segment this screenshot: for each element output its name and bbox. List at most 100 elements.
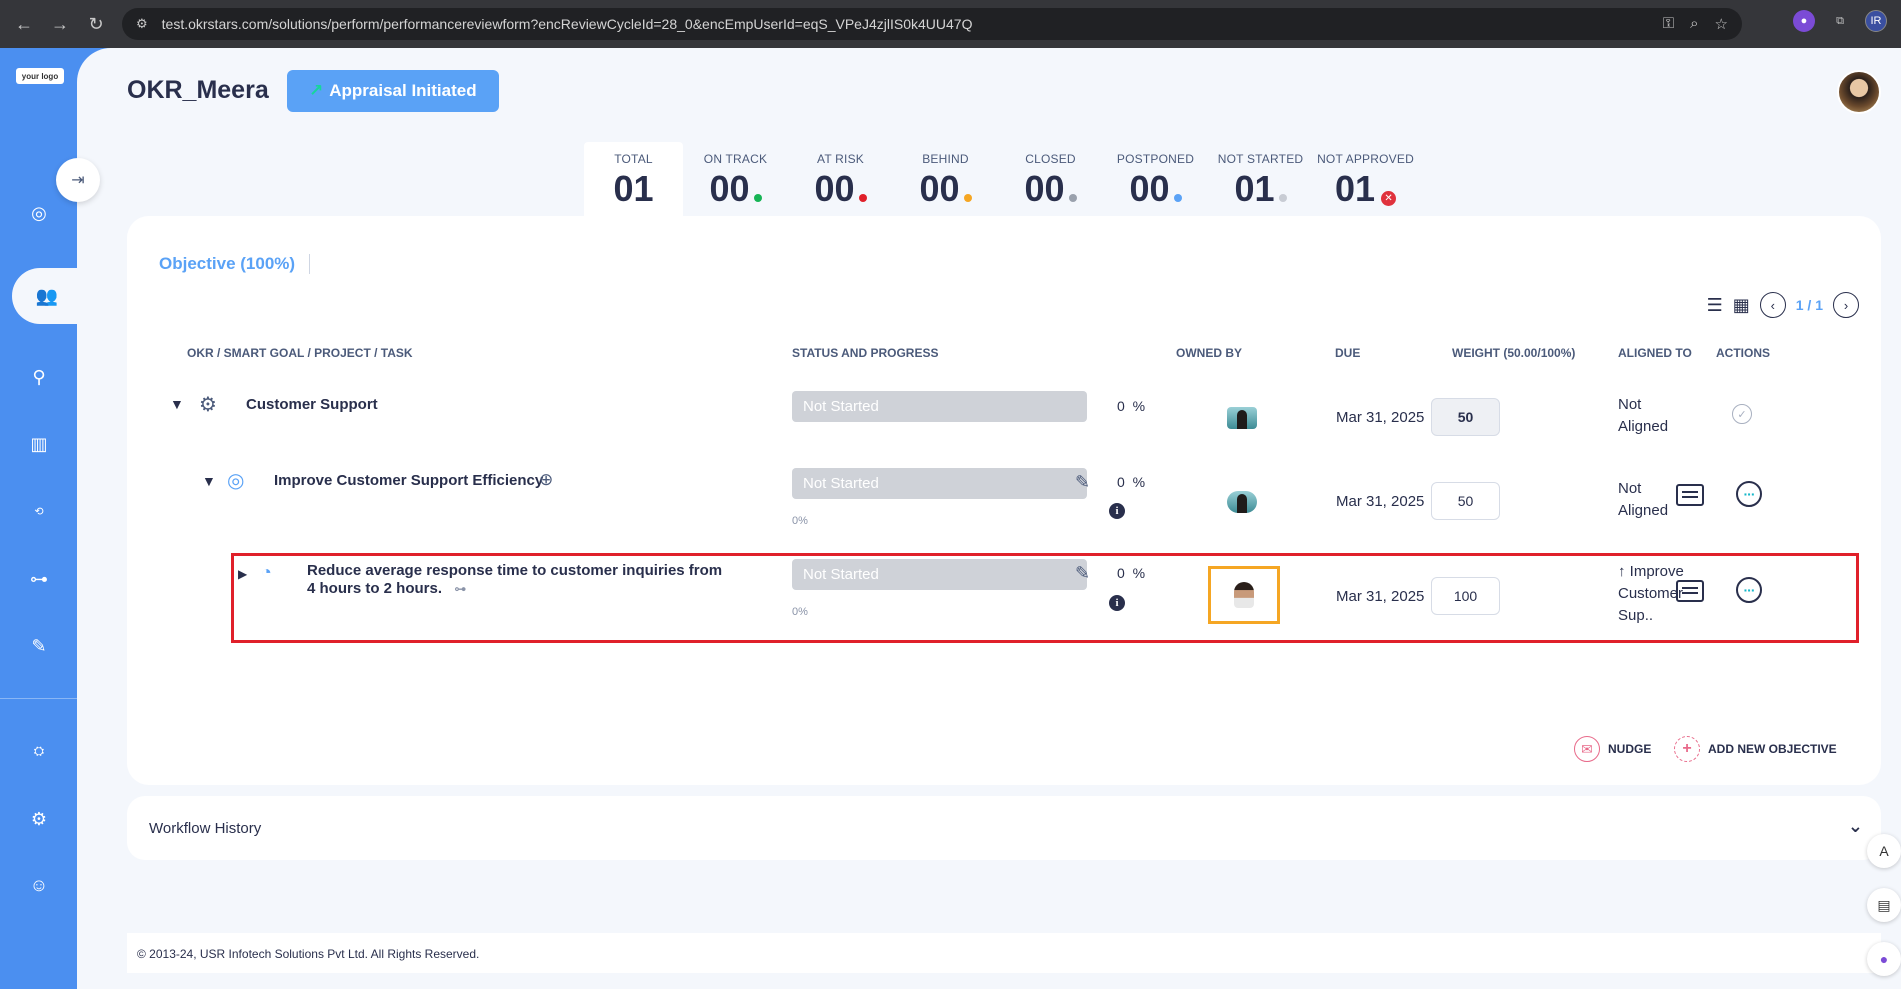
app-area: your logo ◎ 👥 ⚲ ▥ ⟲ ⊶ ✎ ⛭ ⚙ ☺ ⇥ OKR_Meer… [0, 48, 1901, 989]
collapse-toggle-icon[interactable]: ▼ [170, 396, 184, 412]
due-date: Mar 31, 2025 [1336, 409, 1425, 426]
main-content: OKR_Meera ↗ Appraisal Initiated TOTAL 01… [77, 48, 1901, 989]
target-icon: ◎ [227, 470, 245, 492]
nudge-button[interactable]: ✉ NUDGE [1574, 736, 1651, 762]
assistant-icon[interactable]: ● [1867, 942, 1901, 976]
more-options-icon[interactable]: ··· [1736, 481, 1762, 507]
puzzle-icon[interactable]: ⧉ [1829, 10, 1851, 32]
appraisal-label: Appraisal Initiated [329, 81, 477, 100]
translate-icon[interactable]: A [1867, 834, 1901, 868]
list-view-icon[interactable]: ☰ [1707, 295, 1723, 316]
extension-icon[interactable]: ● [1793, 10, 1815, 32]
next-page-button[interactable]: › [1833, 292, 1859, 318]
weight-input[interactable]: 50 [1431, 482, 1500, 520]
due-date: Mar 31, 2025 [1336, 493, 1425, 510]
info-icon[interactable]: i [1109, 503, 1125, 519]
support-icon[interactable]: ☺ [26, 872, 52, 898]
stat-closed[interactable]: CLOSED 00 [998, 142, 1103, 216]
chevron-down-icon[interactable]: ⌄ [1848, 816, 1863, 837]
status-summary: TOTAL 01 ON TRACK 00 AT RISK 00 BEHIND 0… [584, 142, 1418, 216]
highlight-box [231, 553, 1859, 643]
prev-page-button[interactable]: ‹ [1759, 292, 1786, 318]
arrow-icon: ↗ [309, 81, 324, 100]
note-icon[interactable]: ✎ [1075, 472, 1090, 493]
book-icon[interactable]: ▥ [26, 431, 52, 457]
add-objective-button[interactable]: + ADD NEW OBJECTIVE [1674, 736, 1837, 762]
stat-at-risk[interactable]: AT RISK 00 [788, 142, 893, 216]
owner-avatar[interactable] [1227, 407, 1257, 429]
page-title: OKR_Meera [127, 76, 269, 104]
column-header-actions: ACTIONS [1716, 346, 1770, 360]
aligned-to: Not Aligned [1618, 480, 1669, 519]
profile-icon[interactable]: IR [1865, 10, 1887, 32]
network-icon[interactable]: ⛭ [26, 738, 52, 764]
team-icon[interactable]: 👥 [12, 268, 82, 324]
forward-icon[interactable]: → [42, 6, 78, 42]
owner-avatar[interactable] [1227, 491, 1257, 513]
column-header-weight: WEIGHT (50.00/100%) [1452, 346, 1576, 360]
comment-icon[interactable] [1676, 484, 1704, 506]
check-icon[interactable]: ✓ [1732, 404, 1752, 424]
stat-behind[interactable]: BEHIND 00 [893, 142, 998, 216]
sidebar-collapse-button[interactable]: ⇥ [56, 158, 100, 202]
address-bar[interactable]: ⚙ test.okrstars.com/solutions/perform/pe… [122, 8, 1742, 40]
gear-icon[interactable]: ⚙ [26, 806, 52, 832]
progress-percent: 0 % [1117, 398, 1146, 414]
collapse-toggle-icon[interactable]: ▼ [202, 473, 216, 489]
progress-text: 0% [792, 515, 808, 527]
stat-on-track[interactable]: ON TRACK 00 [683, 142, 788, 216]
workflow-history-panel[interactable]: Workflow History ⌄ [127, 796, 1881, 860]
back-icon[interactable]: ← [6, 6, 42, 42]
note-icon[interactable]: ✎ [26, 633, 52, 659]
stat-not-started[interactable]: NOT STARTED 01 [1208, 142, 1313, 216]
site-info-icon[interactable]: ⚙ [136, 16, 148, 32]
column-header-owned: OWNED BY [1176, 346, 1242, 360]
status-dot [753, 194, 762, 202]
star-icon[interactable]: ☆ [1715, 15, 1728, 33]
status-dot [858, 194, 867, 202]
view-controls: ☰ ▦ ‹ 1 / 1 › [1707, 292, 1859, 318]
status-dot [1173, 194, 1182, 202]
status-dot [963, 194, 972, 202]
person-icon[interactable]: ⚲ [26, 364, 52, 390]
stat-postponed[interactable]: POSTPONED 00 [1103, 142, 1208, 216]
workflow-title: Workflow History [149, 820, 262, 837]
key-icon[interactable]: ⚿ [1663, 15, 1674, 33]
stat-total[interactable]: TOTAL 01 [584, 142, 683, 216]
column-header-okr: OKR / SMART GOAL / PROJECT / TASK [187, 346, 413, 360]
user-avatar[interactable] [1837, 70, 1881, 114]
objective-icon: ⚙ [199, 394, 217, 416]
tab-objective[interactable]: Objective (100%) [159, 254, 311, 274]
reader-icon[interactable]: ▤ [1867, 888, 1901, 922]
status-dot [1278, 194, 1287, 202]
360-icon[interactable]: ⟲ [26, 498, 52, 524]
row-title[interactable]: Improve Customer Support Efficiency [274, 472, 543, 489]
objectives-card: Objective (100%) ☰ ▦ ‹ 1 / 1 › OKR / SMA… [127, 216, 1881, 785]
close-icon: ✕ [1381, 191, 1397, 206]
column-header-due: DUE [1335, 346, 1361, 360]
column-header-status: STATUS AND PROGRESS [792, 346, 939, 360]
weight-input[interactable]: 50 [1431, 398, 1500, 436]
target-icon[interactable]: ◎ [26, 200, 52, 226]
footer: © 2013-24, USR Infotech Solutions Pvt Lt… [127, 933, 1881, 973]
column-header-aligned: ALIGNED TO [1618, 346, 1692, 360]
grid-view-icon[interactable]: ▦ [1733, 295, 1750, 316]
stat-not-approved[interactable]: NOT APPROVED 01 ✕ [1313, 142, 1418, 216]
reload-icon[interactable]: ↻ [78, 6, 114, 42]
page-indicator: 1 / 1 [1795, 297, 1823, 313]
progress-percent: 0 % [1117, 474, 1146, 490]
status-progress-bar[interactable]: Not Started [792, 468, 1087, 499]
url-text: test.okrstars.com/solutions/perform/perf… [161, 16, 973, 32]
hierarchy-icon[interactable]: ⊶ [26, 566, 52, 592]
row-title[interactable]: Customer Support [246, 396, 378, 413]
floating-tools: A ▤ ● [1867, 834, 1901, 976]
zoom-icon[interactable]: ⌕ [1690, 15, 1698, 33]
appraisal-status-button[interactable]: ↗ Appraisal Initiated [287, 70, 499, 112]
browser-toolbar: ← → ↻ ⚙ test.okrstars.com/solutions/perf… [0, 0, 1901, 48]
status-progress-bar[interactable]: Not Started [792, 391, 1087, 422]
globe-icon[interactable]: ⊕ [539, 470, 553, 490]
plus-icon: + [1674, 736, 1700, 762]
mail-icon: ✉ [1574, 736, 1600, 762]
aligned-to: Not Aligned [1618, 396, 1669, 435]
sidebar-divider [0, 698, 77, 699]
